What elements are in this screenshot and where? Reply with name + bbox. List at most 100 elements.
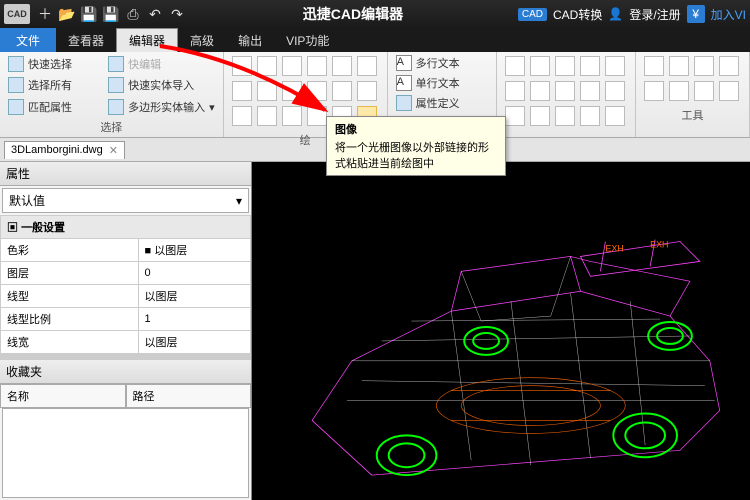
t7-icon[interactable] [694, 81, 714, 101]
tool14-icon[interactable] [257, 106, 277, 126]
polygon-entity-button[interactable]: 多边形实体输入▾ [106, 97, 217, 117]
rect-icon[interactable] [282, 56, 302, 76]
m15-icon[interactable] [605, 106, 625, 126]
title-bar: CAD ＋ 📂 💾 💾 ⎙ ↶ ↷ 迅捷CAD编辑器 CAD CAD转换 👤 登… [0, 0, 750, 28]
m5-icon[interactable] [605, 56, 625, 76]
tab-file[interactable]: 文件 [0, 28, 56, 52]
tool16-icon[interactable] [307, 106, 327, 126]
m4-icon[interactable] [580, 56, 600, 76]
selection-dropdown[interactable]: 默认值▾ [2, 188, 249, 213]
menu-bar: 文件 查看器 编辑器 高级 输出 VIP功能 [0, 28, 750, 52]
app-title: 迅捷CAD编辑器 [188, 4, 518, 24]
col-name[interactable]: 名称 [0, 384, 126, 408]
tab-vip[interactable]: VIP功能 [274, 28, 341, 52]
tab-output[interactable]: 输出 [226, 28, 274, 52]
convert-link[interactable]: CAD转换 [553, 6, 602, 23]
prop-name: 线宽 [1, 331, 139, 354]
saveall-icon[interactable]: 💾 [100, 3, 122, 25]
wand-icon [8, 56, 24, 72]
open-icon[interactable]: 📂 [56, 3, 78, 25]
file-tab[interactable]: 3DLamborgini.dwg ✕ [4, 141, 125, 159]
select-all-button[interactable]: 选择所有 [6, 76, 104, 96]
m9-icon[interactable] [580, 81, 600, 101]
t5-icon[interactable] [644, 81, 664, 101]
prop-value[interactable]: 0 [138, 262, 251, 285]
line-icon[interactable] [232, 56, 252, 76]
tool7-icon[interactable] [232, 81, 252, 101]
m1-icon[interactable] [505, 56, 525, 76]
prop-value[interactable]: 1 [138, 308, 251, 331]
favorites-title: 收藏夹 [0, 360, 251, 384]
tooltip-body: 将一个光栅图像以外部链接的形式粘贴进当前绘图中 [335, 139, 497, 171]
import-icon [108, 77, 124, 93]
ribbon-group-modify [497, 52, 636, 137]
print-icon[interactable]: ⎙ [122, 3, 144, 25]
tool15-icon[interactable] [282, 106, 302, 126]
tooltip-title: 图像 [335, 121, 497, 137]
section-header[interactable]: ▣ 一般设置 [1, 216, 251, 239]
quick-edit-button: 快编辑 [106, 54, 217, 74]
tool11-icon[interactable] [332, 81, 352, 101]
match-props-button[interactable]: 匹配属性 [6, 97, 104, 117]
m13-icon[interactable] [555, 106, 575, 126]
m12-icon[interactable] [530, 106, 550, 126]
save-icon[interactable]: 💾 [78, 3, 100, 25]
vip-link[interactable]: 加入VI [711, 6, 746, 23]
prop-name: 线型比例 [1, 308, 139, 331]
selectall-icon [8, 77, 24, 93]
tab-editor[interactable]: 编辑器 [116, 28, 178, 52]
close-icon[interactable]: ✕ [109, 144, 118, 157]
t4-icon[interactable] [719, 56, 739, 76]
properties-table: ▣ 一般设置 色彩■ 以图层 图层0 线型以图层 线型比例1 线宽以图层 [0, 215, 251, 354]
t1-icon[interactable] [644, 56, 664, 76]
mtext-icon: A [396, 55, 412, 71]
m7-icon[interactable] [530, 81, 550, 101]
undo-icon[interactable]: ↶ [144, 3, 166, 25]
login-link[interactable]: 登录/注册 [629, 6, 680, 23]
chevron-down-icon: ▾ [236, 194, 242, 208]
m10-icon[interactable] [605, 81, 625, 101]
tool13-icon[interactable] [232, 106, 252, 126]
prop-value[interactable]: ■ 以图层 [138, 239, 251, 262]
tool12-icon[interactable] [357, 81, 377, 101]
t2-icon[interactable] [669, 56, 689, 76]
entity-import-button[interactable]: 快速实体导入 [106, 76, 217, 96]
file-tab-name: 3DLamborgini.dwg [11, 144, 103, 156]
favorites-columns: 名称 路径 [0, 384, 251, 408]
col-path[interactable]: 路径 [126, 384, 252, 408]
mtext-button[interactable]: A多行文本 [394, 54, 490, 72]
stext-button[interactable]: A单行文本 [394, 74, 490, 92]
m6-icon[interactable] [505, 81, 525, 101]
tool9-icon[interactable] [282, 81, 302, 101]
t8-icon[interactable] [719, 81, 739, 101]
tool8-icon[interactable] [257, 81, 277, 101]
user-icon[interactable]: 👤 [608, 7, 623, 21]
attrdef-button[interactable]: 属性定义 [394, 94, 490, 112]
redo-icon[interactable]: ↷ [166, 3, 188, 25]
favorites-list[interactable] [2, 408, 249, 498]
m3-icon[interactable] [555, 56, 575, 76]
yen-icon[interactable]: ¥ [687, 5, 705, 23]
m14-icon[interactable] [580, 106, 600, 126]
m11-icon[interactable] [505, 106, 525, 126]
t6-icon[interactable] [669, 81, 689, 101]
prop-value[interactable]: 以图层 [138, 285, 251, 308]
polyline-icon[interactable] [332, 56, 352, 76]
m2-icon[interactable] [530, 56, 550, 76]
ribbon-group-select: 快速选择 快编辑 选择所有 快速实体导入 匹配属性 多边形实体输入▾ 选择 [0, 52, 224, 137]
cloud-icon[interactable] [357, 56, 377, 76]
prop-name: 色彩 [1, 239, 139, 262]
model-wireframe: EXHEXH [252, 162, 750, 500]
new-icon[interactable]: ＋ [34, 3, 56, 25]
quick-select-button[interactable]: 快速选择 [6, 54, 104, 74]
tab-advanced[interactable]: 高级 [178, 28, 226, 52]
tool10-icon[interactable] [307, 81, 327, 101]
arc-icon[interactable] [257, 56, 277, 76]
tab-viewer[interactable]: 查看器 [56, 28, 116, 52]
circle-icon[interactable] [307, 56, 327, 76]
m8-icon[interactable] [555, 81, 575, 101]
ribbon-group-label: 选择 [6, 117, 217, 135]
prop-value[interactable]: 以图层 [138, 331, 251, 354]
t3-icon[interactable] [694, 56, 714, 76]
drawing-viewport[interactable]: EXHEXH [252, 162, 750, 500]
